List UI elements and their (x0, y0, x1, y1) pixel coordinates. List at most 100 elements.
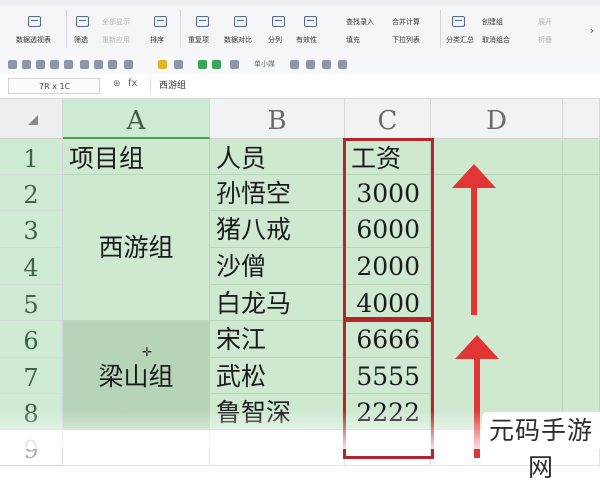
create-group-button[interactable]: 创建组 (482, 18, 503, 27)
format-painter-icon[interactable] (64, 60, 73, 69)
lookup-entry-button[interactable]: 查找录入 (346, 18, 374, 27)
cell-a9[interactable] (63, 430, 210, 466)
validation-button[interactable]: 有效性 (296, 36, 317, 45)
undo-icon[interactable] (124, 60, 133, 69)
cell-b7[interactable]: 武松 (210, 358, 345, 394)
column-header-a[interactable]: A (63, 99, 210, 139)
zoom-search-icon[interactable]: ⊕ (113, 79, 121, 89)
cell-cursor-icon: ✛ (142, 345, 153, 359)
sort-button[interactable]: 排序 (150, 36, 164, 45)
cell-c2[interactable]: 3000 (345, 175, 431, 211)
cell-e1[interactable] (563, 139, 600, 175)
data-compare-icon (234, 16, 247, 27)
up-arrow-2-shaft (474, 358, 480, 458)
row-header-7[interactable]: 7 (0, 358, 63, 394)
filter-button[interactable]: 筛选 (74, 36, 88, 45)
delete-icon[interactable] (306, 60, 315, 69)
ribbon-tab-strip (0, 0, 600, 6)
ribbon-toolbar: 数据透视表 筛选 全部显示 重新应用 排序 重复项 数据对比 分列 有效性 查找… (0, 0, 600, 57)
filter-icon (76, 16, 89, 27)
cell-b8[interactable]: 鲁智深 (210, 394, 345, 430)
column-header-d[interactable]: D (431, 99, 563, 139)
cells-d2-d8[interactable] (431, 175, 563, 430)
show-all-button[interactable]: 全部显示 (102, 18, 130, 27)
cell-c3[interactable]: 6000 (345, 211, 431, 248)
ungroup-button[interactable]: 取消组合 (482, 36, 510, 45)
merged-cell-a6-a8[interactable]: 梁山组 (63, 321, 210, 430)
sort-icon (154, 16, 167, 27)
copy-icon[interactable] (94, 60, 103, 69)
validation-icon (304, 16, 317, 27)
conditional-format-icon[interactable] (212, 60, 221, 69)
cell-b3[interactable]: 猪八戒 (210, 211, 345, 248)
duplicates-icon (196, 16, 209, 27)
row-header-3[interactable]: 3 (0, 211, 63, 248)
column-header-b[interactable]: B (210, 99, 345, 139)
pivot-table-icon (28, 16, 41, 27)
formula-input[interactable]: 西游组 (150, 78, 590, 94)
paste-icon[interactable] (108, 60, 117, 69)
borders-icon[interactable] (174, 60, 183, 69)
fill-color-icon[interactable] (158, 60, 167, 69)
cell-c7[interactable]: 5555 (345, 358, 431, 394)
pivot-table-button[interactable]: 数据透视表 (16, 36, 51, 45)
function-icon[interactable]: fx (128, 78, 137, 89)
format-icon[interactable] (322, 60, 331, 69)
cell-c1[interactable]: 工资 (345, 139, 431, 175)
up-arrow-2-head-icon (455, 335, 499, 359)
row-header-8[interactable]: 8 (0, 394, 63, 430)
subtotal-icon (452, 16, 465, 27)
cell-d1[interactable] (431, 139, 563, 175)
formula-bar: 7R x 1C ⊕ fx 西游组 (0, 74, 600, 99)
reapply-button[interactable]: 重新应用 (102, 36, 130, 45)
row-header-5[interactable]: 5 (0, 285, 63, 321)
freeze-icon[interactable] (338, 60, 347, 69)
ribbon-divider (66, 10, 67, 48)
consolidate-button[interactable]: 合并计算 (392, 18, 420, 27)
up-arrow-1-shaft (471, 187, 477, 315)
cell-b4[interactable]: 沙僧 (210, 248, 345, 285)
cell-b6[interactable]: 宋江 (210, 321, 345, 358)
cell-c9[interactable] (345, 430, 431, 466)
cell-c6[interactable]: 6666 (345, 321, 431, 358)
save-icon[interactable] (22, 60, 31, 69)
row-header-6[interactable]: 6 (0, 321, 63, 358)
column-header-e[interactable] (563, 99, 600, 139)
merged-cell-a2-a5[interactable]: 西游组 (63, 175, 210, 321)
print-icon[interactable] (36, 60, 45, 69)
cells-e2-e8[interactable] (563, 175, 600, 430)
cell-b1[interactable]: 人员 (210, 139, 345, 175)
dropdown-list-button[interactable]: 下拉列表 (392, 36, 420, 45)
duplicates-button[interactable]: 重复项 (188, 36, 209, 45)
cell-c8[interactable]: 2222 (345, 394, 431, 430)
grid-icon[interactable] (8, 60, 17, 69)
chart-icon[interactable] (198, 60, 207, 69)
column-header-c[interactable]: C (345, 99, 431, 139)
merge-icon[interactable] (230, 60, 239, 69)
preview-icon[interactable] (50, 60, 59, 69)
subtotal-button[interactable]: 分类汇总 (446, 36, 474, 45)
cut-icon[interactable] (80, 60, 89, 69)
cell-b5[interactable]: 白龙马 (210, 285, 345, 321)
row-header-4[interactable]: 4 (0, 248, 63, 285)
cell-b2[interactable]: 孙悟空 (210, 175, 345, 211)
collapse-button[interactable]: 折叠 (538, 36, 552, 45)
data-compare-button[interactable]: 数据对比 (224, 36, 252, 45)
cell-c5[interactable]: 4000 (345, 285, 431, 321)
spreadsheet-grid[interactable]: A B C D 1 2 3 4 5 6 7 8 9 项目组 人员 工资 西游组 … (0, 99, 600, 466)
name-box[interactable]: 7R x 1C (8, 78, 100, 94)
row-header-9[interactable]: 9 (0, 430, 63, 466)
insert-icon[interactable] (290, 60, 299, 69)
zoom-label[interactable]: 单小媒 (254, 60, 275, 69)
row-header-1[interactable]: 1 (0, 139, 63, 175)
row-header-2[interactable]: 2 (0, 175, 63, 211)
expand-button[interactable]: 展开 (538, 18, 552, 27)
cell-b9[interactable] (210, 430, 345, 466)
fill-button[interactable]: 填充 (346, 36, 360, 45)
cell-a1[interactable]: 项目组 (63, 139, 210, 175)
select-all-corner[interactable] (0, 99, 63, 139)
cell-c4[interactable]: 2000 (345, 248, 431, 285)
split-column-button[interactable]: 分列 (268, 36, 282, 45)
ribbon-divider (180, 10, 181, 48)
ribbon-scroll-right-icon[interactable]: › (590, 24, 594, 37)
